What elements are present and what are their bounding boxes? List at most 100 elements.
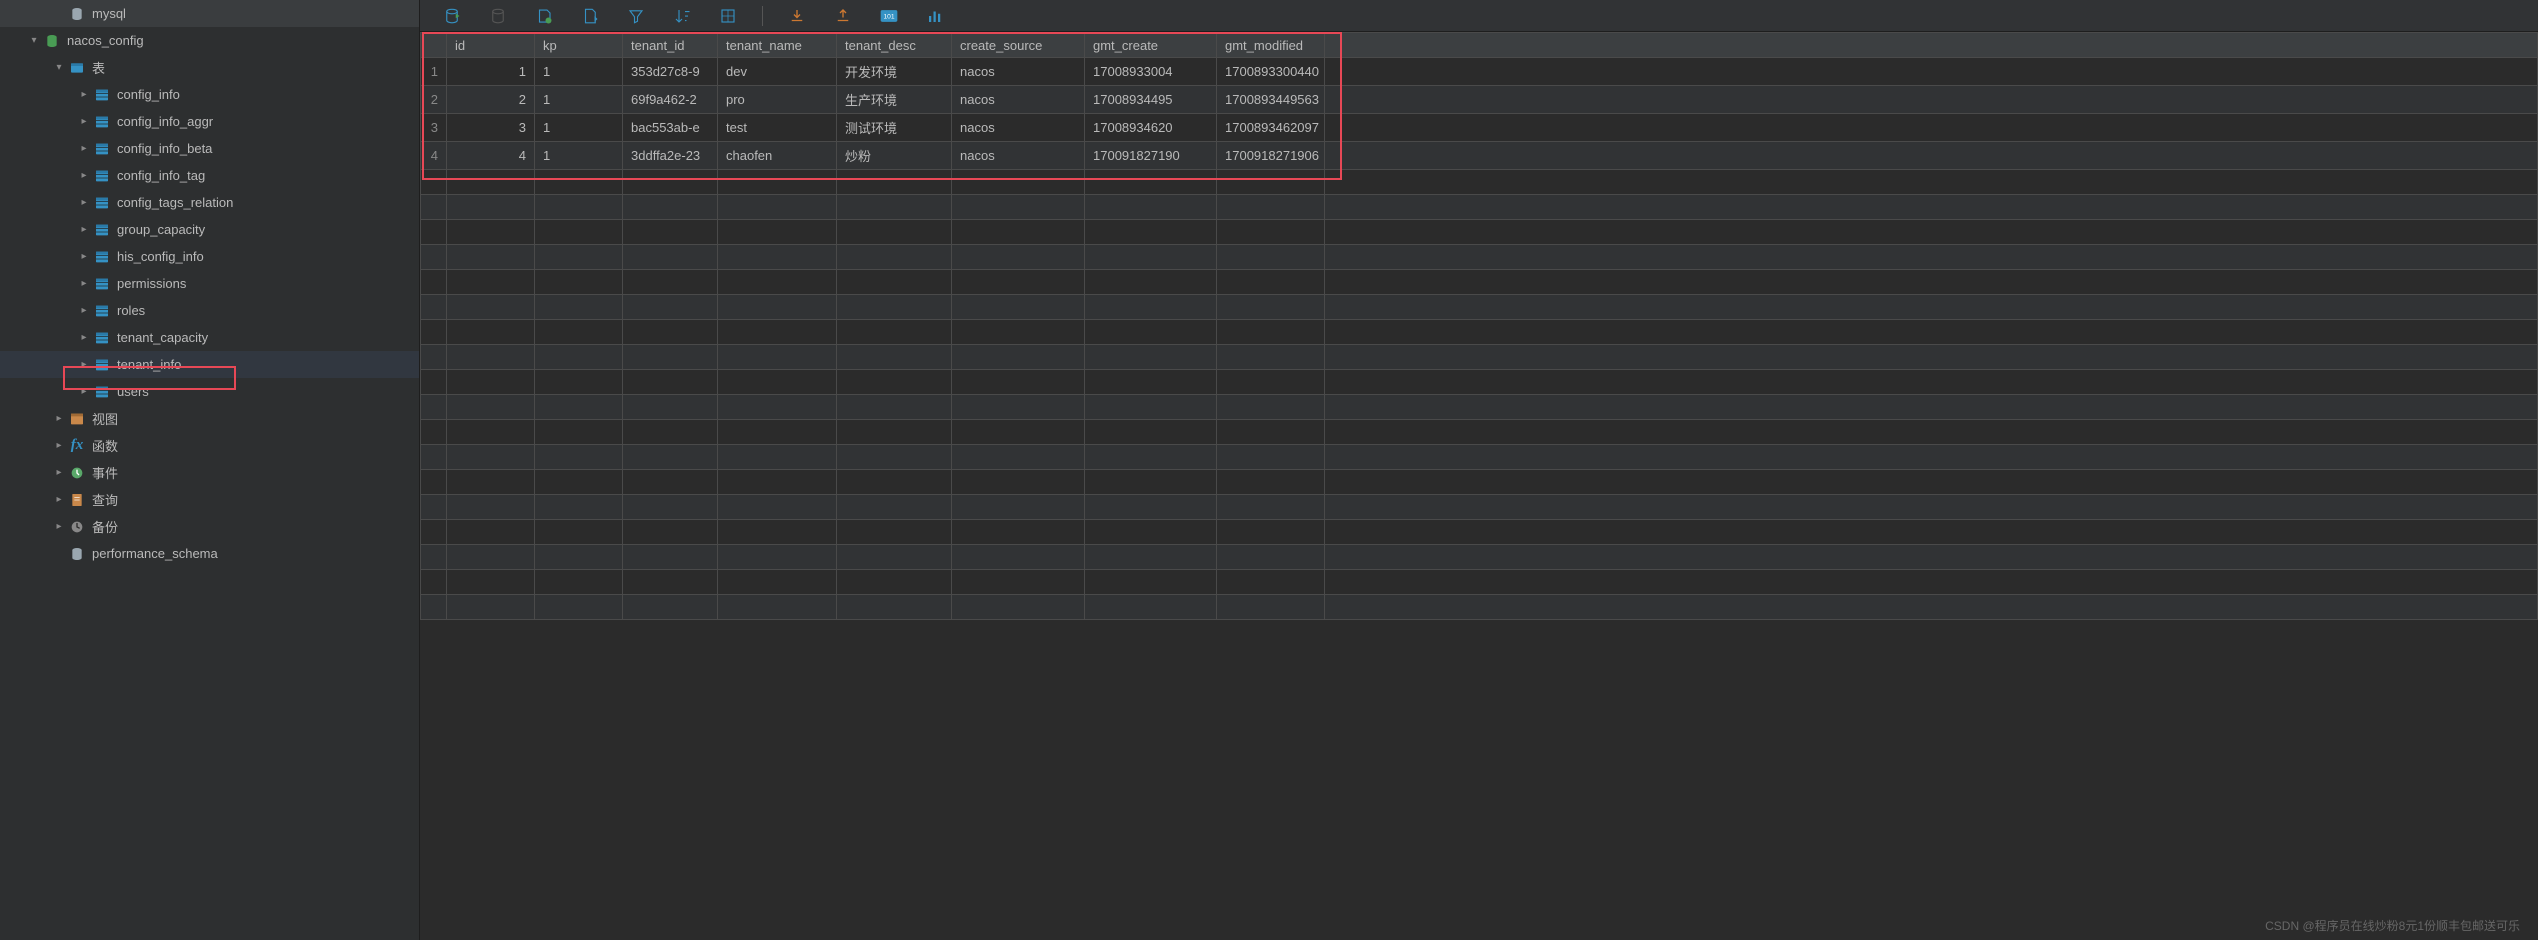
cell-tenant_name[interactable]: dev [718, 58, 837, 86]
db-run-icon[interactable] [440, 4, 464, 28]
col-header-tenant_id[interactable]: tenant_id [623, 33, 718, 58]
cell-tenant_desc[interactable]: 生产环境 [837, 86, 952, 114]
chart-icon[interactable] [923, 4, 947, 28]
grid-icon[interactable] [716, 4, 740, 28]
cell-tenant_id[interactable]: 69f9a462-2 [623, 86, 718, 114]
tree-label: 事件 [92, 463, 118, 482]
tree-item-group_capacity[interactable]: ▸group_capacity [0, 216, 419, 243]
col-header-tenant_name[interactable]: tenant_name [718, 33, 837, 58]
row-index [421, 445, 447, 470]
cell-gmt_create[interactable]: 17008934620 [1085, 114, 1217, 142]
cell-id[interactable]: 3 [447, 114, 535, 142]
tree-item-tenant_capacity[interactable]: ▸tenant_capacity [0, 324, 419, 351]
chevron-right-icon[interactable]: ▸ [75, 305, 93, 316]
tree-item-roles[interactable]: ▸roles [0, 297, 419, 324]
chevron-right-icon[interactable]: ▸ [75, 386, 93, 397]
chevron-right-icon[interactable]: ▸ [50, 413, 68, 424]
export-icon[interactable] [831, 4, 855, 28]
chevron-right-icon[interactable]: ▸ [75, 170, 93, 181]
chevron-right-icon[interactable]: ▸ [75, 143, 93, 154]
cell-tenant_name[interactable]: test [718, 114, 837, 142]
cell-id[interactable]: 2 [447, 86, 535, 114]
empty-cell [623, 595, 718, 620]
cell-tenant_name[interactable]: chaofen [718, 142, 837, 170]
cell-gmt_modified[interactable]: 1700918271906 [1217, 142, 1325, 170]
import-icon[interactable] [785, 4, 809, 28]
col-header-gmt_modified[interactable]: gmt_modified [1217, 33, 1325, 58]
chevron-right-icon[interactable]: ▸ [75, 116, 93, 127]
table-row[interactable]: 22169f9a462-2pro生产环境nacos170089344951700… [421, 86, 2538, 114]
tree-item-视图[interactable]: ▸视图 [0, 405, 419, 432]
tree-item-备份[interactable]: ▸备份 [0, 513, 419, 540]
abc-icon[interactable]: 101 [877, 4, 901, 28]
tree-item-mysql[interactable]: mysql [0, 0, 419, 27]
cell-kp[interactable]: 1 [535, 58, 623, 86]
cell-gmt_create[interactable]: 17008933004 [1085, 58, 1217, 86]
cell-create_source[interactable]: nacos [952, 142, 1085, 170]
cell-tenant_desc[interactable]: 测试环境 [837, 114, 952, 142]
tree-item-permissions[interactable]: ▸permissions [0, 270, 419, 297]
cell-tenant_desc[interactable]: 开发环境 [837, 58, 952, 86]
chevron-right-icon[interactable]: ▸ [75, 359, 93, 370]
chevron-right-icon[interactable]: ▸ [50, 440, 68, 451]
cell-gmt_modified[interactable]: 1700893300440 [1217, 58, 1325, 86]
chevron-right-icon[interactable]: ▸ [50, 467, 68, 478]
cell-create_source[interactable]: nacos [952, 114, 1085, 142]
cell-gmt_create[interactable]: 170091827190 [1085, 142, 1217, 170]
cell-id[interactable]: 1 [447, 58, 535, 86]
document-icon[interactable] [578, 4, 602, 28]
table-row[interactable]: 4413ddffa2e-23chaofen炒粉nacos170091827190… [421, 142, 2538, 170]
cell-id[interactable]: 4 [447, 142, 535, 170]
cell-tenant_id[interactable]: 353d27c8-9 [623, 58, 718, 86]
chevron-right-icon[interactable]: ▸ [75, 332, 93, 343]
tree-item-config_info[interactable]: ▸config_info [0, 81, 419, 108]
table-row[interactable]: 111353d27c8-9dev开发环境nacos170089330041700… [421, 58, 2538, 86]
tree-item-nacos_config[interactable]: ▾nacos_config [0, 27, 419, 54]
chevron-right-icon[interactable]: ▸ [75, 224, 93, 235]
tree-item-performance_schema[interactable]: performance_schema [0, 540, 419, 567]
data-grid[interactable]: idkptenant_idtenant_nametenant_desccreat… [420, 32, 2538, 620]
cell-kp[interactable]: 1 [535, 114, 623, 142]
chevron-down-icon[interactable]: ▾ [50, 62, 68, 73]
chevron-right-icon[interactable]: ▸ [75, 197, 93, 208]
tree-item-函数[interactable]: ▸fx函数 [0, 432, 419, 459]
cell-gmt_create[interactable]: 17008934495 [1085, 86, 1217, 114]
cell-gmt_modified[interactable]: 1700893462097 [1217, 114, 1325, 142]
tree-item-tenant_info[interactable]: ▸tenant_info [0, 351, 419, 378]
cell-tenant_name[interactable]: pro [718, 86, 837, 114]
filter-icon[interactable] [624, 4, 648, 28]
chevron-right-icon[interactable]: ▸ [50, 521, 68, 532]
cell-kp[interactable]: 1 [535, 142, 623, 170]
sort-icon[interactable] [670, 4, 694, 28]
col-header-id[interactable]: id [447, 33, 535, 58]
cell-gmt_modified[interactable]: 1700893449563 [1217, 86, 1325, 114]
cell-create_source[interactable]: nacos [952, 86, 1085, 114]
tree-item-config_info_tag[interactable]: ▸config_info_tag [0, 162, 419, 189]
col-header-tenant_desc[interactable]: tenant_desc [837, 33, 952, 58]
commit-icon[interactable] [532, 4, 556, 28]
chevron-right-icon[interactable]: ▸ [50, 494, 68, 505]
tree-item-事件[interactable]: ▸ 事件 [0, 459, 419, 486]
tree-item-查询[interactable]: ▸查询 [0, 486, 419, 513]
cell-create_source[interactable]: nacos [952, 58, 1085, 86]
tree-item-表[interactable]: ▾表 [0, 54, 419, 81]
cell-tenant_id[interactable]: 3ddffa2e-23 [623, 142, 718, 170]
table-row[interactable]: 331bac553ab-etest测试环境nacos17008934620170… [421, 114, 2538, 142]
cell-kp[interactable]: 1 [535, 86, 623, 114]
tree-item-config_info_aggr[interactable]: ▸config_info_aggr [0, 108, 419, 135]
cell-tenant_id[interactable]: bac553ab-e [623, 114, 718, 142]
col-header-create_source[interactable]: create_source [952, 33, 1085, 58]
col-header-gmt_create[interactable]: gmt_create [1085, 33, 1217, 58]
col-header-kp[interactable]: kp [535, 33, 623, 58]
tree-label: 函数 [92, 436, 118, 455]
db-refresh-icon[interactable] [486, 4, 510, 28]
chevron-right-icon[interactable]: ▸ [75, 251, 93, 262]
chevron-right-icon[interactable]: ▸ [75, 89, 93, 100]
chevron-down-icon[interactable]: ▾ [25, 35, 43, 46]
cell-tenant_desc[interactable]: 炒粉 [837, 142, 952, 170]
tree-item-config_info_beta[interactable]: ▸config_info_beta [0, 135, 419, 162]
chevron-right-icon[interactable]: ▸ [75, 278, 93, 289]
tree-item-users[interactable]: ▸users [0, 378, 419, 405]
tree-item-config_tags_relation[interactable]: ▸config_tags_relation [0, 189, 419, 216]
tree-item-his_config_info[interactable]: ▸his_config_info [0, 243, 419, 270]
